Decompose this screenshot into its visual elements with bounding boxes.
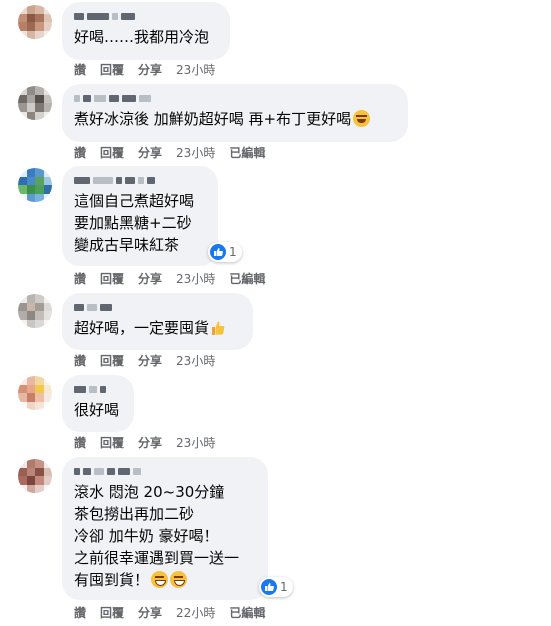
author-name-redacted[interactable] bbox=[74, 465, 256, 477]
author-name-redacted[interactable] bbox=[74, 10, 218, 22]
reply-button[interactable]: 回覆 bbox=[100, 434, 124, 451]
comment-actions: 讚 回覆 分享 23小時 bbox=[74, 352, 215, 369]
avatar[interactable] bbox=[18, 376, 52, 410]
avatar[interactable] bbox=[18, 294, 52, 328]
reply-button[interactable]: 回覆 bbox=[100, 604, 124, 621]
timestamp[interactable]: 22小時 bbox=[176, 604, 215, 621]
reply-button[interactable]: 回覆 bbox=[100, 352, 124, 369]
like-button[interactable]: 讚 bbox=[74, 61, 86, 78]
author-name-redacted[interactable] bbox=[74, 383, 122, 395]
laughing-emoji-icon bbox=[353, 110, 371, 127]
comment-bubble: 超好喝，一定要囤貨 bbox=[62, 293, 253, 350]
comment-text-line: 滾水 悶泡 20~30分鐘 bbox=[74, 483, 225, 501]
timestamp[interactable]: 23小時 bbox=[176, 352, 215, 369]
comment-text: 好喝……我都用冷泡 bbox=[74, 28, 210, 46]
reaction-badge[interactable]: 1 bbox=[259, 577, 293, 597]
comment-actions: 讚 回覆 分享 23小時 bbox=[74, 434, 215, 451]
comment-actions: 讚 回覆 分享 23小時 已編輯 bbox=[74, 270, 265, 287]
reaction-badge[interactable]: 1 bbox=[208, 242, 242, 262]
share-button[interactable]: 分享 bbox=[138, 434, 162, 451]
reaction-count: 1 bbox=[280, 580, 288, 594]
comment-text: 很好喝 bbox=[74, 401, 120, 419]
comment-text-line: 茶包撈出再加二砂 bbox=[74, 505, 195, 523]
comment-bubble: 滾水 悶泡 20~30分鐘 茶包撈出再加二砂 冷卻 加牛奶 豪好喝！ 之前很幸運… bbox=[62, 457, 268, 600]
like-reaction-icon bbox=[210, 244, 226, 260]
share-button[interactable]: 分享 bbox=[138, 604, 162, 621]
edited-label: 已編輯 bbox=[229, 272, 266, 286]
comment-actions: 讚 回覆 分享 23小時 已編輯 bbox=[74, 144, 265, 161]
comment-bubble: 這個自己煮超好喝 要加點黑糖+二砂 變成古早味紅茶 bbox=[62, 166, 218, 266]
avatar[interactable] bbox=[18, 5, 52, 39]
comment-text: 超好喝，一定要囤貨 bbox=[74, 317, 241, 339]
reply-button[interactable]: 回覆 bbox=[100, 270, 124, 287]
comment-actions: 讚 回覆 分享 22小時 已編輯 bbox=[74, 604, 265, 621]
timestamp[interactable]: 23小時 bbox=[176, 434, 215, 451]
like-button[interactable]: 讚 bbox=[74, 604, 86, 621]
share-button[interactable]: 分享 bbox=[138, 270, 162, 287]
grinning-emoji-icon bbox=[151, 571, 169, 588]
comment-text-line: 有囤到貨！ bbox=[74, 569, 256, 591]
comment-text-line: 冷卻 加牛奶 豪好喝！ bbox=[74, 527, 219, 545]
reply-button[interactable]: 回覆 bbox=[100, 61, 124, 78]
edited-label: 已編輯 bbox=[229, 146, 266, 160]
comment-actions: 讚 回覆 分享 23小時 bbox=[74, 61, 215, 78]
like-button[interactable]: 讚 bbox=[74, 434, 86, 451]
like-reaction-icon bbox=[261, 579, 277, 595]
reaction-count: 1 bbox=[229, 245, 237, 259]
timestamp[interactable]: 23小時 bbox=[176, 144, 215, 161]
avatar[interactable] bbox=[18, 86, 52, 120]
grinning-emoji-icon bbox=[170, 571, 188, 588]
comment-text-line: 變成古早味紅茶 bbox=[74, 236, 180, 254]
author-name-redacted[interactable] bbox=[74, 92, 396, 104]
like-button[interactable]: 讚 bbox=[74, 270, 86, 287]
timestamp[interactable]: 23小時 bbox=[176, 270, 215, 287]
timestamp[interactable]: 23小時 bbox=[176, 61, 215, 78]
comment-bubble: 煮好冰涼後 加鮮奶超好喝 再+布丁更好喝 bbox=[62, 84, 408, 142]
edited-label: 已編輯 bbox=[229, 606, 266, 620]
comment-text: 煮好冰涼後 加鮮奶超好喝 再+布丁更好喝 bbox=[74, 108, 396, 130]
thumbs-up-emoji-icon bbox=[212, 321, 225, 335]
comment-bubble: 很好喝 bbox=[62, 375, 134, 432]
share-button[interactable]: 分享 bbox=[138, 144, 162, 161]
comment-text-line: 要加點黑糖+二砂 bbox=[74, 214, 192, 232]
reply-button[interactable]: 回覆 bbox=[100, 144, 124, 161]
share-button[interactable]: 分享 bbox=[138, 352, 162, 369]
avatar[interactable] bbox=[18, 459, 52, 493]
author-name-redacted[interactable] bbox=[74, 174, 206, 186]
comment-bubble: 好喝……我都用冷泡 bbox=[62, 2, 230, 60]
like-button[interactable]: 讚 bbox=[74, 352, 86, 369]
author-name-redacted[interactable] bbox=[74, 301, 241, 313]
share-button[interactable]: 分享 bbox=[138, 61, 162, 78]
like-button[interactable]: 讚 bbox=[74, 144, 86, 161]
comment-text-line: 這個自己煮超好喝 bbox=[74, 192, 195, 210]
avatar[interactable] bbox=[18, 168, 52, 202]
comment-text-line: 之前很幸運遇到買一送一 bbox=[74, 549, 240, 567]
